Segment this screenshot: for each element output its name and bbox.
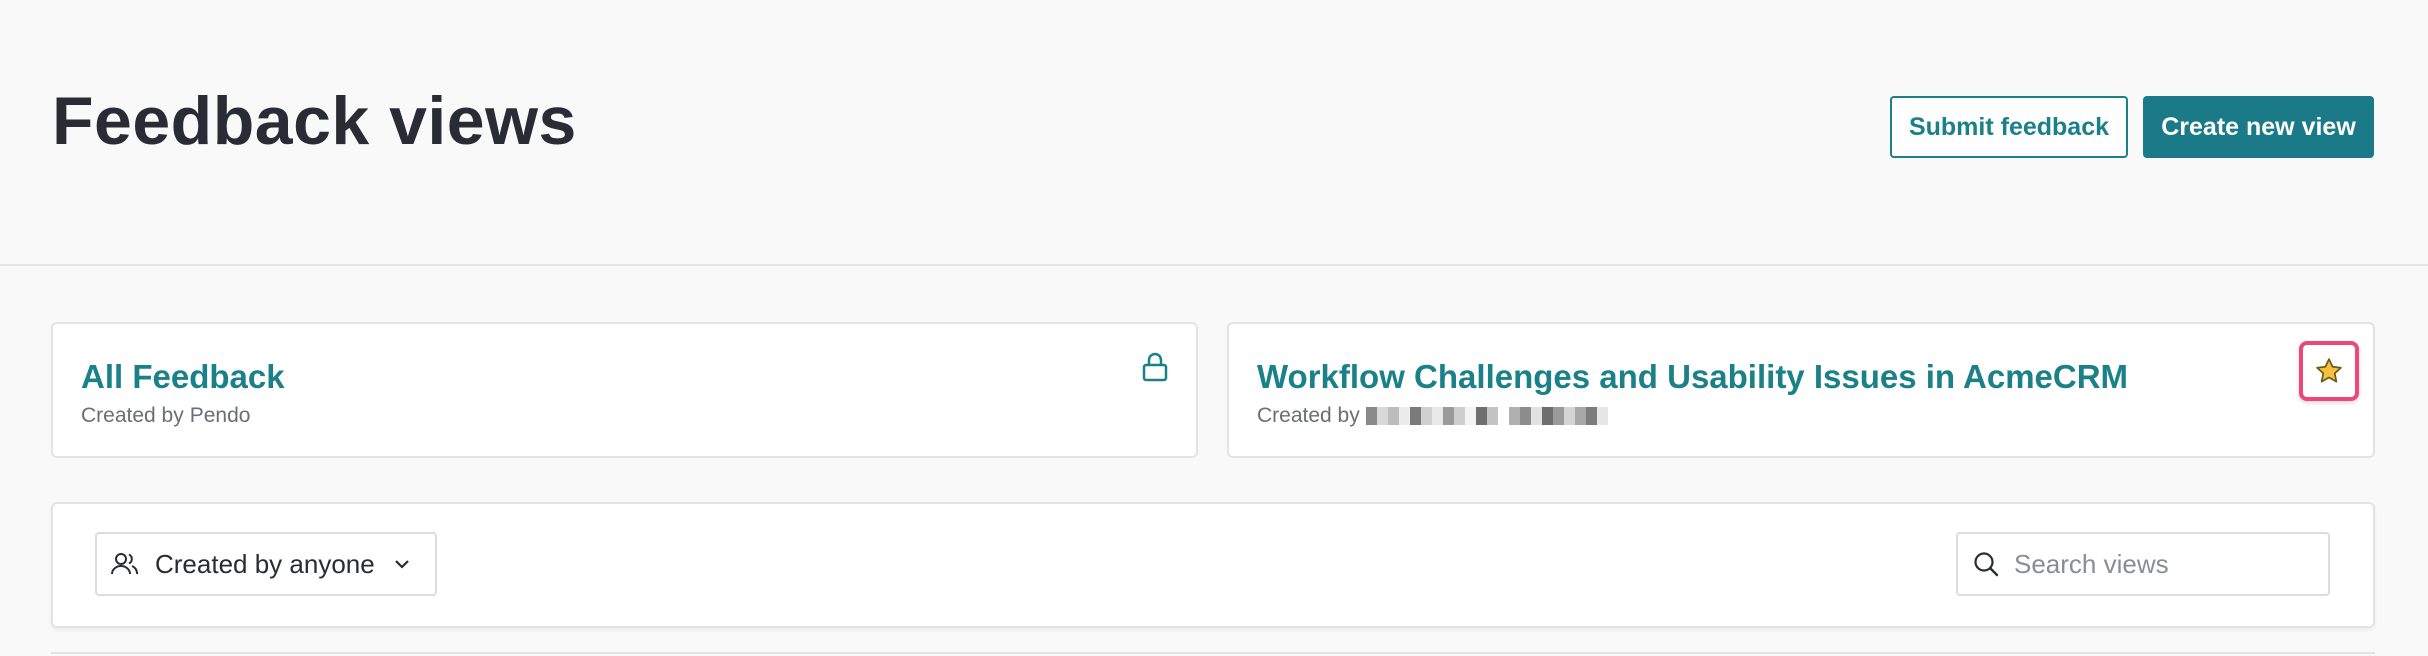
created-by-label: Created by [1257,404,1360,427]
view-card-creator: Created by [1257,404,1608,428]
lock-icon [1142,352,1168,382]
submit-feedback-button[interactable]: Submit feedback [1890,96,2128,158]
dropdown-label: Created by anyone [155,548,375,579]
creator-name: Pendo [189,404,251,427]
divider [51,652,2375,654]
view-card-title[interactable]: Workflow Challenges and Usability Issues… [1257,358,2128,396]
search-box[interactable] [1956,532,2330,596]
create-new-view-button[interactable]: Create new view [2143,96,2374,158]
view-card-all-feedback[interactable]: All Feedback Created by Pendo [51,322,1198,458]
filter-panel: Created by anyone [51,502,2375,628]
chevron-down-icon [394,560,409,569]
redacted-creator-name [1365,407,1608,425]
created-by-label: Created by [81,404,184,427]
search-icon [1974,552,1999,577]
favorite-star-button[interactable] [2299,341,2359,401]
view-card-workflow[interactable]: Workflow Challenges and Usability Issues… [1227,322,2375,458]
view-card-title[interactable]: All Feedback [81,358,285,396]
star-icon [2316,358,2342,383]
page-header: Feedback views Submit feedback Create ne… [0,0,2428,266]
view-card-creator: Created by Pendo [81,404,250,428]
created-by-dropdown[interactable]: Created by anyone [95,532,437,596]
users-icon [111,553,138,575]
page-title: Feedback views [52,83,577,159]
search-input[interactable] [2012,547,2316,581]
